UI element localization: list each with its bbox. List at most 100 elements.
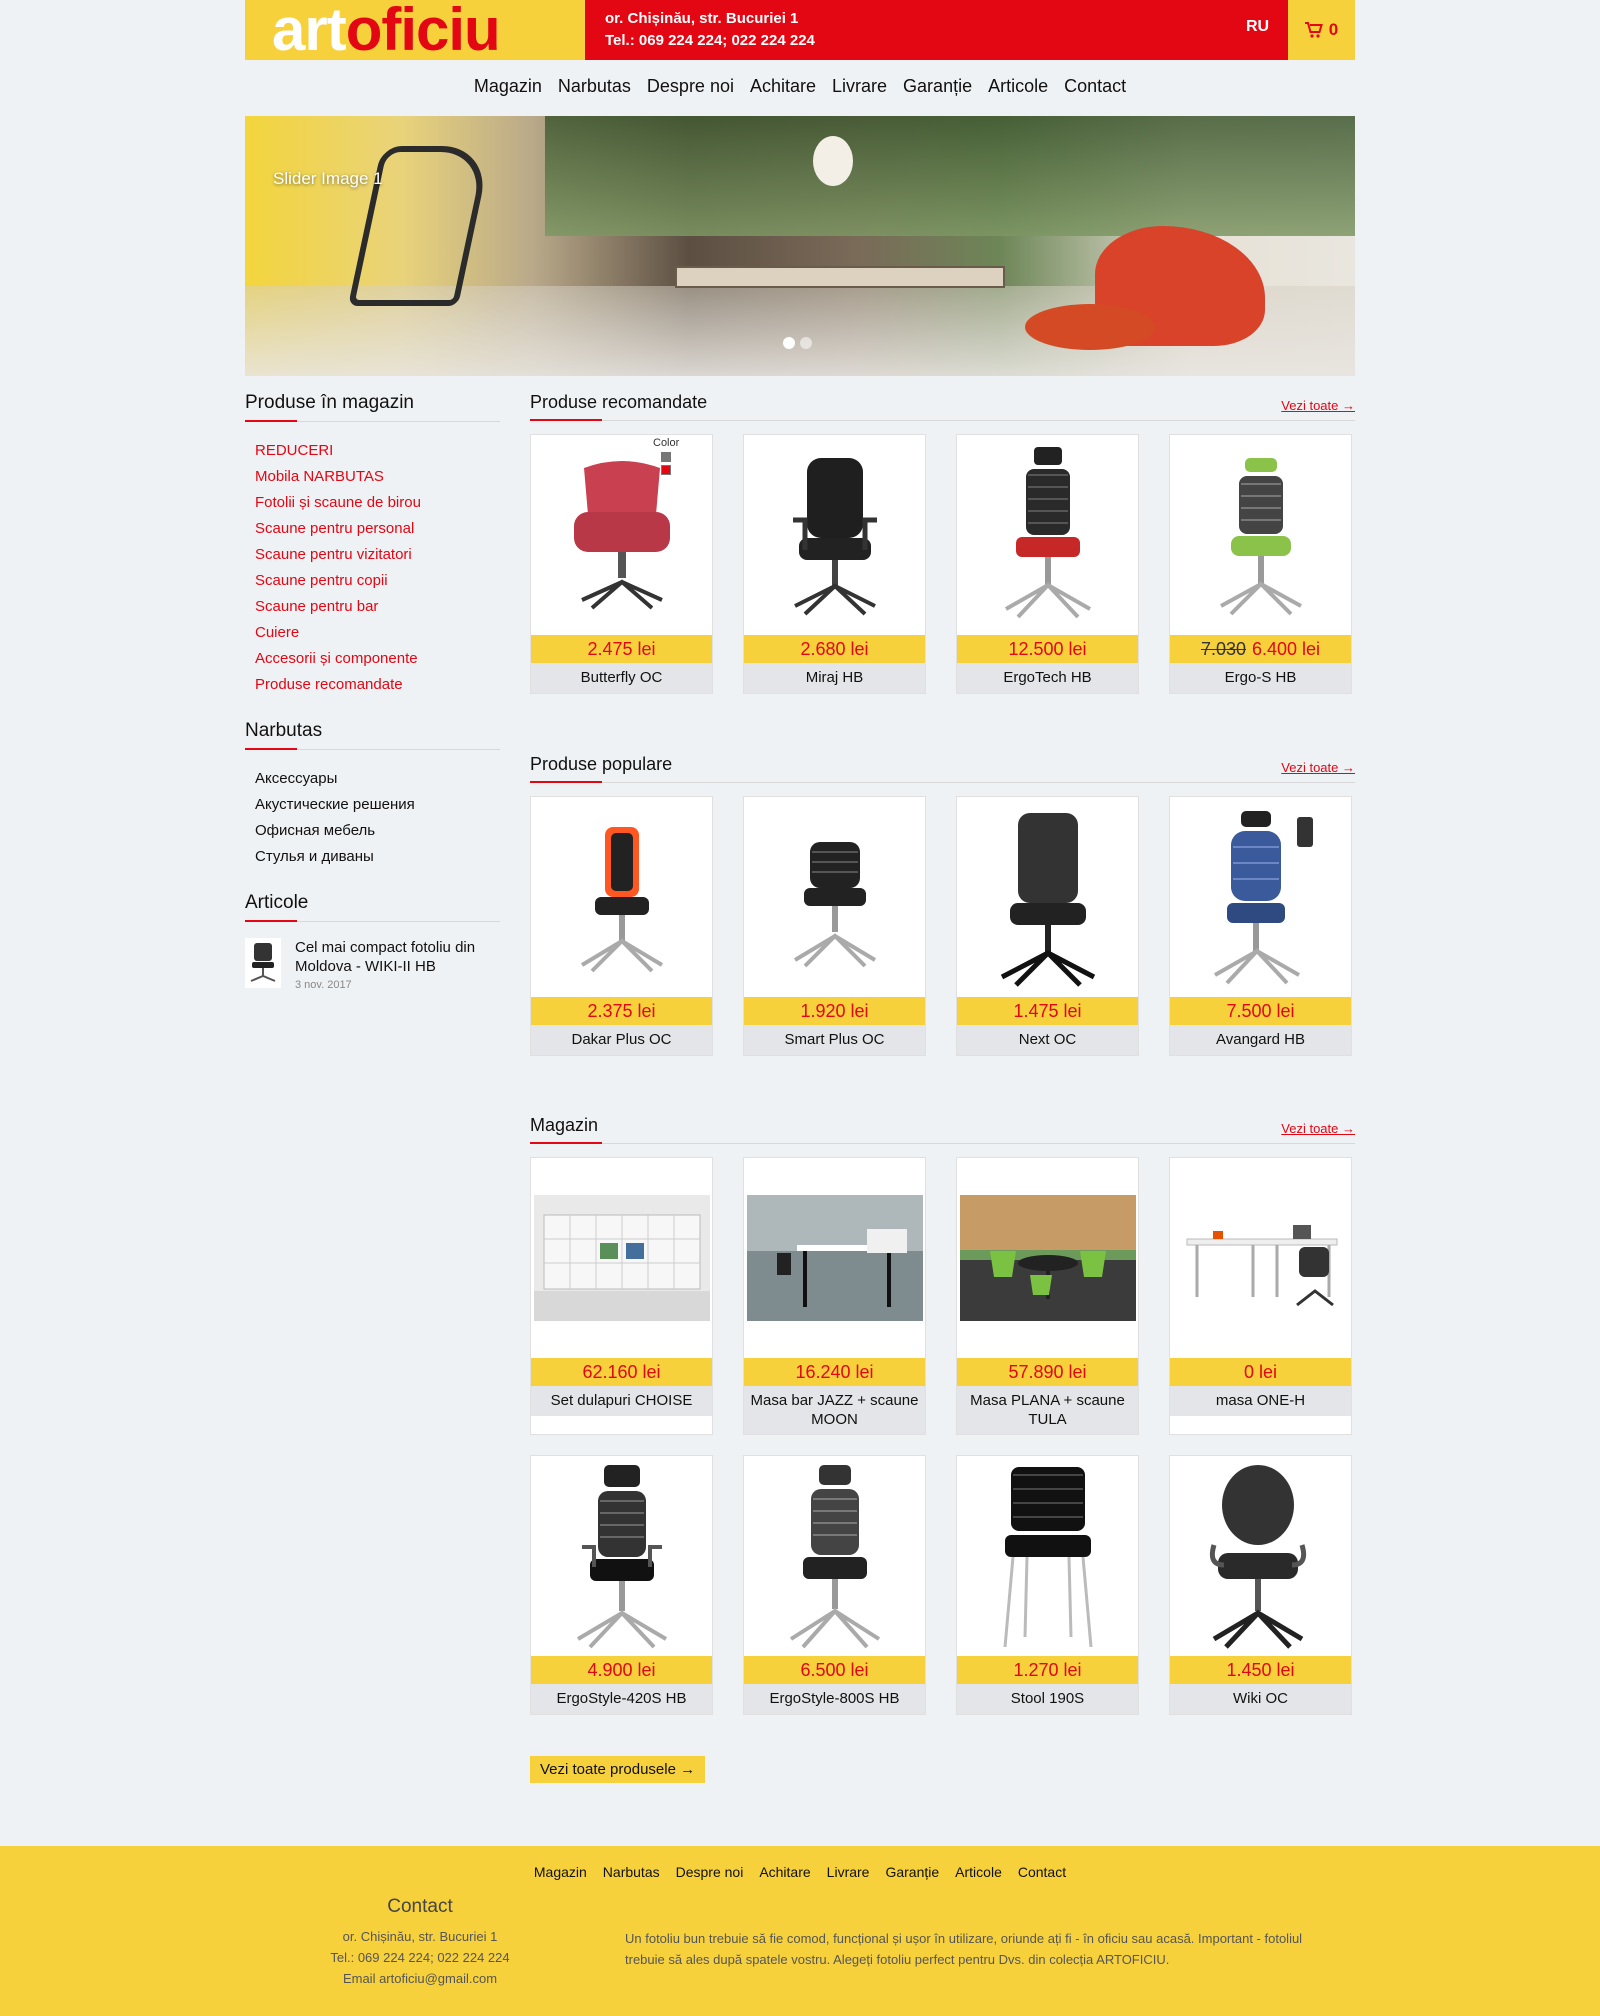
sidebar-item-cuiere[interactable]: Cuiere bbox=[255, 620, 500, 646]
article-thumbnail[interactable] bbox=[245, 938, 281, 988]
product-name[interactable]: ErgoStyle-800S HB bbox=[744, 1684, 925, 1714]
footer-nav-articole[interactable]: Articole bbox=[955, 1864, 1002, 1880]
nav-magazin[interactable]: Magazin bbox=[474, 76, 542, 97]
nav-despre-noi[interactable]: Despre noi bbox=[647, 76, 734, 97]
product-card[interactable]: 1.270 lei Stool 190S bbox=[956, 1455, 1139, 1715]
product-name[interactable]: ErgoStyle-420S HB bbox=[531, 1684, 712, 1714]
product-image[interactable] bbox=[531, 1456, 712, 1656]
footer-nav-contact[interactable]: Contact bbox=[1018, 1864, 1066, 1880]
sidebar-item-mobila-narbutas[interactable]: Mobila NARBUTAS bbox=[255, 464, 500, 490]
product-image[interactable] bbox=[744, 435, 925, 635]
nav-contact[interactable]: Contact bbox=[1064, 76, 1126, 97]
language-switch[interactable]: RU bbox=[1246, 18, 1269, 36]
product-name[interactable]: Avangard HB bbox=[1170, 1025, 1351, 1055]
product-card[interactable]: 2.680 lei Miraj HB bbox=[743, 434, 926, 694]
product-card[interactable]: 12.500 lei ErgoTech HB bbox=[956, 434, 1139, 694]
product-name[interactable]: Wiki OC bbox=[1170, 1684, 1351, 1714]
product-name[interactable]: Miraj HB bbox=[744, 663, 925, 693]
product-card[interactable]: 2.375 lei Dakar Plus OC bbox=[530, 796, 713, 1056]
sidebar-item-reduceri[interactable]: REDUCERI bbox=[255, 438, 500, 464]
product-name[interactable]: Next OC bbox=[957, 1025, 1138, 1055]
product-image[interactable] bbox=[744, 1158, 925, 1358]
product-name[interactable]: Masa bar JAZZ + scaune MOON bbox=[744, 1386, 925, 1434]
slider-caption: Slider Image 1 bbox=[273, 169, 383, 188]
product-name[interactable]: Smart Plus OC bbox=[744, 1025, 925, 1055]
hero-slider[interactable]: Slider Image 1 bbox=[245, 116, 1355, 376]
popular-section: Produse populare Vezi toate → 2.375 lei D… bbox=[530, 754, 1355, 1056]
product-image[interactable] bbox=[957, 1158, 1138, 1358]
header-phones: Tel.: 069 224 224; 022 224 224 bbox=[605, 32, 815, 49]
product-image[interactable] bbox=[744, 797, 925, 997]
product-image[interactable] bbox=[1170, 797, 1351, 997]
sidebar-item-scaune-bar[interactable]: Scaune pentru bar bbox=[255, 594, 500, 620]
footer-nav-achitare[interactable]: Achitare bbox=[759, 1864, 810, 1880]
product-image[interactable] bbox=[1170, 1158, 1351, 1358]
product-card[interactable]: 1.450 lei Wiki OC bbox=[1169, 1455, 1352, 1715]
see-all-link[interactable]: Vezi toate → bbox=[1281, 1121, 1355, 1136]
footer-nav-despre-noi[interactable]: Despre noi bbox=[676, 1864, 744, 1880]
product-image[interactable] bbox=[957, 797, 1138, 997]
product-image[interactable] bbox=[1170, 435, 1351, 635]
product-card[interactable]: 7.500 lei Avangard HB bbox=[1169, 796, 1352, 1056]
footer-nav-garantie[interactable]: Garanție bbox=[885, 1864, 939, 1880]
product-name[interactable]: Dakar Plus OC bbox=[531, 1025, 712, 1055]
product-name[interactable]: Stool 190S bbox=[957, 1684, 1138, 1714]
product-card[interactable]: 62.160 lei Set dulapuri CHOISE bbox=[530, 1157, 713, 1435]
logo[interactable]: artoficiu bbox=[245, 0, 585, 60]
nav-articole[interactable]: Articole bbox=[988, 76, 1048, 97]
product-image[interactable] bbox=[1170, 1456, 1351, 1656]
article-title[interactable]: Cel mai compact fotoliu din Moldova - WI… bbox=[295, 938, 500, 976]
product-card[interactable]: 6.500 lei ErgoStyle-800S HB bbox=[743, 1455, 926, 1715]
footer-email[interactable]: Email artoficiu@gmail.com bbox=[300, 1968, 540, 1989]
product-name[interactable]: Ergo-S HB bbox=[1170, 663, 1351, 693]
product-card[interactable]: 1.920 lei Smart Plus OC bbox=[743, 796, 926, 1056]
sidebar-item-accesorii[interactable]: Accesorii și componente bbox=[255, 646, 500, 672]
footer-nav-magazin[interactable]: Magazin bbox=[534, 1864, 587, 1880]
nav-narbutas[interactable]: Narbutas bbox=[558, 76, 631, 97]
product-image[interactable] bbox=[957, 1456, 1138, 1656]
product-name[interactable]: ErgoTech HB bbox=[957, 663, 1138, 693]
footer-nav-livrare[interactable]: Livrare bbox=[827, 1864, 870, 1880]
nav-garantie[interactable]: Garanție bbox=[903, 76, 972, 97]
see-all-link[interactable]: Vezi toate → bbox=[1281, 398, 1355, 413]
product-image[interactable] bbox=[531, 797, 712, 997]
product-name[interactable]: Set dulapuri CHOISE bbox=[531, 1386, 712, 1416]
all-products-button[interactable]: Vezi toate produsele → bbox=[530, 1756, 706, 1783]
see-all-link[interactable]: Vezi toate → bbox=[1281, 760, 1355, 775]
product-card[interactable]: 1.475 lei Next OC bbox=[956, 796, 1139, 1056]
product-name[interactable]: Masa PLANA + scaune TULA bbox=[957, 1386, 1138, 1434]
product-card[interactable]: 4.900 lei ErgoStyle-420S HB bbox=[530, 1455, 713, 1715]
slider-dot-1[interactable] bbox=[783, 337, 795, 349]
sidebar-item-scaune-personal[interactable]: Scaune pentru personal bbox=[255, 516, 500, 542]
product-grid: Color 2.475 lei Butterfly OC 2.680 lei M… bbox=[530, 434, 1355, 694]
footer-nav-narbutas[interactable]: Narbutas bbox=[603, 1864, 660, 1880]
product-image[interactable]: Color bbox=[531, 435, 712, 635]
product-image[interactable] bbox=[744, 1456, 925, 1656]
product-card[interactable]: 16.240 lei Masa bar JAZZ + scaune MOON bbox=[743, 1157, 926, 1435]
product-image[interactable] bbox=[957, 435, 1138, 635]
sidebar-item-office-furniture[interactable]: Офисная мебель bbox=[255, 818, 500, 844]
cart-button[interactable]: 0 bbox=[1288, 0, 1355, 60]
office-chair-image bbox=[792, 458, 877, 616]
sidebar-item-scaune-copii[interactable]: Scaune pentru copii bbox=[255, 568, 500, 594]
product-card[interactable]: 7.030 6.400 lei Ergo-S HB bbox=[1169, 434, 1352, 694]
product-name[interactable]: Butterfly OC bbox=[531, 663, 712, 693]
product-name[interactable]: masa ONE-H bbox=[1170, 1386, 1351, 1416]
sidebar-item-accessories[interactable]: Аксессуары bbox=[255, 766, 500, 792]
sidebar-item-acoustic[interactable]: Акустические решения bbox=[255, 792, 500, 818]
product-card[interactable]: Color 2.475 lei Butterfly OC bbox=[530, 434, 713, 694]
article-item[interactable]: Cel mai compact fotoliu din Moldova - WI… bbox=[245, 938, 500, 991]
sidebar-item-scaune-vizitatori[interactable]: Scaune pentru vizitatori bbox=[255, 542, 500, 568]
slider-dot-2[interactable] bbox=[800, 337, 812, 349]
swatch-red[interactable] bbox=[661, 465, 672, 475]
green-mesh-chair-image bbox=[1219, 458, 1302, 616]
sidebar-item-chairs-sofas[interactable]: Стулья и диваны bbox=[255, 844, 500, 870]
product-card[interactable]: 57.890 lei Masa PLANA + scaune TULA bbox=[956, 1157, 1139, 1435]
product-image[interactable] bbox=[531, 1158, 712, 1358]
nav-achitare[interactable]: Achitare bbox=[750, 76, 816, 97]
nav-livrare[interactable]: Livrare bbox=[832, 76, 887, 97]
swatch-grey[interactable] bbox=[661, 452, 672, 462]
sidebar-item-fotolii[interactable]: Fotolii și scaune de birou bbox=[255, 490, 500, 516]
product-card[interactable]: 0 lei masa ONE-H bbox=[1169, 1157, 1352, 1435]
sidebar-item-recomandate[interactable]: Produse recomandate bbox=[255, 672, 500, 698]
